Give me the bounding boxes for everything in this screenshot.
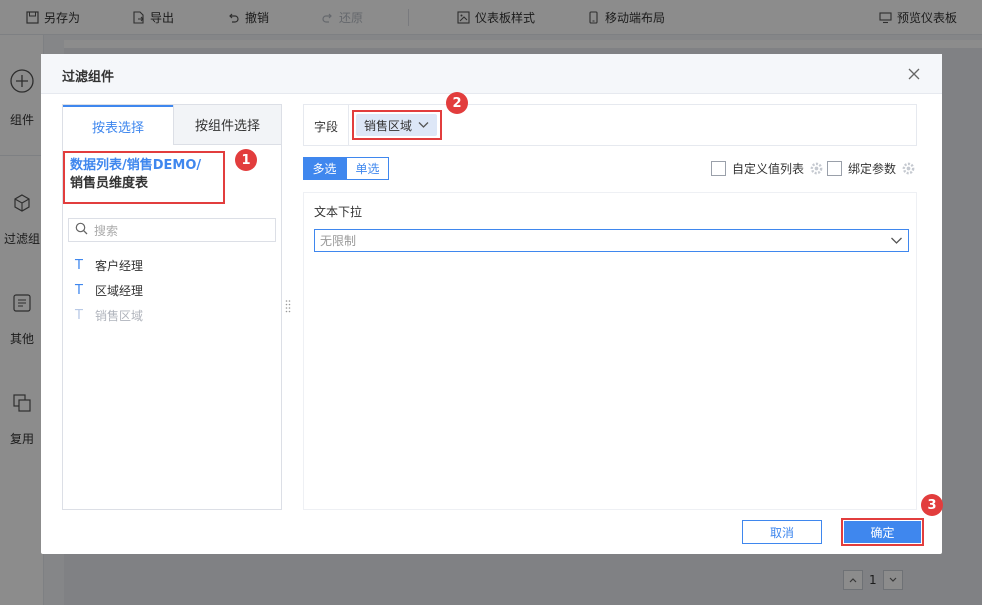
bind-param-option[interactable]: 绑定参数 xyxy=(827,160,915,177)
custom-value-list-label: 自定义值列表 xyxy=(732,162,805,176)
gear-icon[interactable] xyxy=(810,162,823,175)
multi-select-toggle[interactable]: 多选 xyxy=(303,157,346,180)
table-path-link[interactable]: 数据列表/销售DEMO/ xyxy=(70,157,218,175)
gear-icon[interactable] xyxy=(902,162,915,175)
search-icon xyxy=(75,222,88,238)
step-badge-1: 1 xyxy=(235,149,257,171)
custom-value-list-checkbox[interactable] xyxy=(711,161,726,176)
field-row-label: 字段 xyxy=(314,120,339,134)
text-type-icon: T xyxy=(75,258,83,273)
table-path-highlight: 数据列表/销售DEMO/ 销售员维度表 xyxy=(63,151,225,204)
field-item-label: 客户经理 xyxy=(95,259,144,273)
resize-handle[interactable] xyxy=(285,299,291,313)
field-item-region-manager[interactable]: T 区域经理 xyxy=(75,278,143,303)
dialog-header: 过滤组件 xyxy=(41,54,942,94)
custom-value-list-option[interactable]: 自定义值列表 xyxy=(711,160,823,177)
step-badge-2: 2 xyxy=(446,92,468,114)
chevron-down-icon xyxy=(891,237,902,244)
text-type-icon: T xyxy=(75,308,83,323)
close-icon[interactable] xyxy=(905,65,923,83)
dialog-title: 过滤组件 xyxy=(62,70,115,85)
field-pill-highlight xyxy=(352,110,442,140)
field-item-label: 销售区域 xyxy=(95,309,144,323)
control-title: 文本下拉 xyxy=(314,205,363,219)
tab-by-table[interactable]: 按表选择 xyxy=(63,105,173,145)
tab-by-component[interactable]: 按组件选择 xyxy=(173,105,281,145)
control-preview-area: 文本下拉 无限制 xyxy=(303,192,917,510)
step-badge-3: 3 xyxy=(921,494,943,516)
text-type-icon: T xyxy=(75,283,83,298)
search-placeholder: 搜索 xyxy=(94,223,119,238)
field-item-sales-region[interactable]: T 销售区域 xyxy=(75,303,143,328)
field-drop-row: 字段 销售区域 xyxy=(303,104,917,146)
confirm-button[interactable]: 确定 xyxy=(844,521,921,543)
bind-param-label: 绑定参数 xyxy=(848,162,897,176)
single-select-toggle[interactable]: 单选 xyxy=(346,157,389,180)
field-item-label: 区域经理 xyxy=(95,284,144,298)
cancel-button[interactable]: 取消 xyxy=(742,520,822,544)
bind-param-checkbox[interactable] xyxy=(827,161,842,176)
field-item-customer-manager[interactable]: T 客户经理 xyxy=(75,253,143,278)
field-search-input[interactable]: 搜索 xyxy=(68,218,276,242)
field-row-divider xyxy=(348,105,349,145)
control-dropdown-value: 无限制 xyxy=(320,234,357,248)
field-list: T 客户经理 T 区域经理 T 销售区域 xyxy=(75,253,143,328)
table-name: 销售员维度表 xyxy=(70,176,149,191)
control-dropdown[interactable]: 无限制 xyxy=(314,229,909,252)
filter-component-dialog: 过滤组件 按表选择 按组件选择 数据列表/销售DEMO/ 销售员维度表 搜索 T… xyxy=(41,54,942,554)
